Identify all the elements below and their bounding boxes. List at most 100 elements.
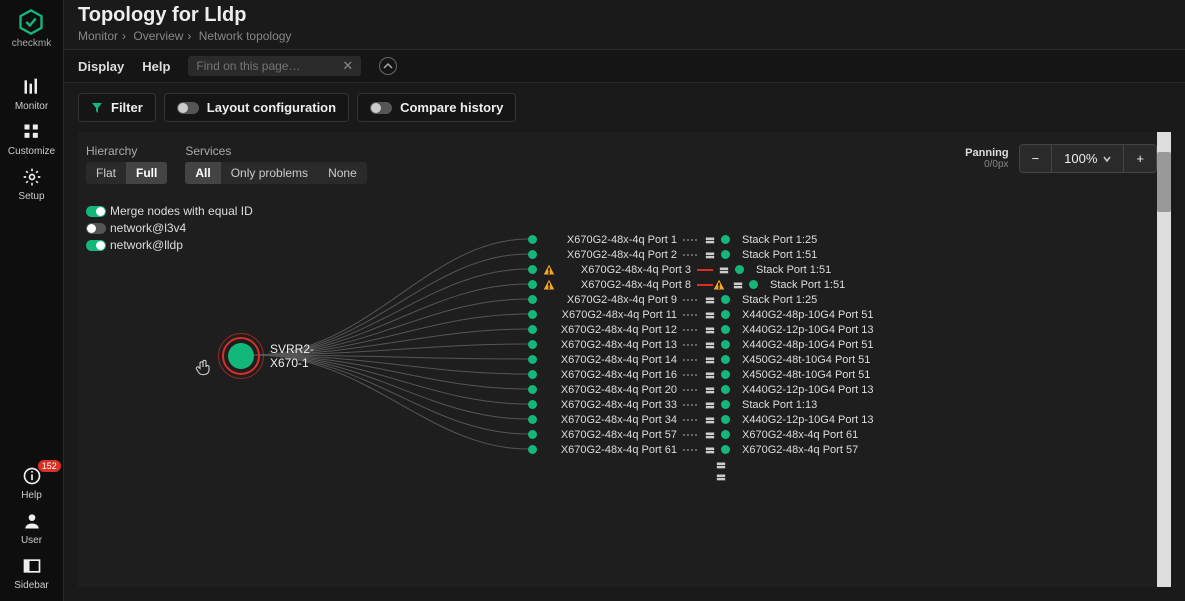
port-dot — [528, 295, 537, 304]
link-row[interactable]: X670G2-48x-4q Port 33Stack Port 1:13 — [528, 397, 873, 412]
port-dot — [721, 445, 730, 454]
port-left-label: X670G2-48x-4q Port 8 — [557, 279, 697, 291]
logo[interactable]: checkmk — [12, 8, 51, 49]
device-icon — [705, 445, 715, 455]
port-right-label: X440G2-48p-10G4 Port 51 — [742, 339, 873, 351]
link-row[interactable]: X670G2-48x-4q Port 11X440G2-48p-10G4 Por… — [528, 307, 873, 322]
warning-icon — [713, 279, 725, 291]
breadcrumb-item[interactable]: Network topology — [199, 29, 292, 43]
link-row[interactable]: X670G2-48x-4q Port 16X450G2-48t-10G4 Por… — [528, 367, 873, 382]
link-line — [683, 419, 699, 421]
toggle-0[interactable]: Merge nodes with equal ID — [86, 204, 253, 218]
link-line — [683, 314, 699, 316]
toggle-icon — [177, 102, 199, 114]
main-area: Topology for Lldp Monitor› Overview› Net… — [64, 0, 1185, 601]
port-dot — [528, 415, 537, 424]
link-row[interactable]: X670G2-48x-4q Port 12X440G2-12p-10G4 Por… — [528, 322, 873, 337]
port-dot — [721, 400, 730, 409]
clear-search-icon[interactable]: ✕ — [342, 58, 353, 74]
device-icon — [705, 325, 715, 335]
port-dot — [528, 280, 537, 289]
chevron-up-icon — [383, 61, 393, 71]
sidebar-item-help[interactable]: Help152 — [14, 466, 48, 501]
search-input[interactable] — [196, 59, 336, 73]
root-node-label: SVRR2-X670-1 — [270, 342, 314, 370]
link-row[interactable]: X670G2-48x-4q Port 20X440G2-12p-10G4 Por… — [528, 382, 873, 397]
port-left-label: X670G2-48x-4q Port 57 — [543, 429, 683, 441]
toggle-icon — [370, 102, 392, 114]
port-left-label: X670G2-48x-4q Port 20 — [543, 384, 683, 396]
link-row[interactable]: X670G2-48x-4q Port 13X440G2-48p-10G4 Por… — [528, 337, 873, 352]
link-line — [683, 404, 699, 406]
menu-display[interactable]: Display — [78, 59, 124, 74]
topology-canvas[interactable]: Hierarchy Flat Full Services All Only pr… — [78, 132, 1171, 587]
menubar: Display Help ✕ — [64, 49, 1185, 83]
port-right-label: X440G2-12p-10G4 Port 13 — [742, 324, 873, 336]
zoom-value[interactable]: 100% — [1052, 145, 1124, 172]
port-left-label: X670G2-48x-4q Port 11 — [543, 309, 683, 321]
sidebar-item-user[interactable]: User — [14, 511, 48, 546]
port-dot — [528, 370, 537, 379]
sidebar-item-sidebar-toggle[interactable]: Sidebar — [14, 556, 48, 591]
services-all[interactable]: All — [185, 162, 220, 184]
menu-help[interactable]: Help — [142, 59, 170, 74]
sidebar: checkmk Monitor Customize Setup Help152 Use… — [0, 0, 64, 601]
grab-cursor-icon — [194, 358, 212, 379]
port-dot — [721, 355, 730, 364]
link-row[interactable]: X670G2-48x-4q Port 57X670G2-48x-4q Port … — [528, 427, 873, 442]
link-line — [683, 239, 699, 241]
link-row[interactable]: X670G2-48x-4q Port 34X440G2-12p-10G4 Por… — [528, 412, 873, 427]
toggle-2[interactable]: network@lldp — [86, 238, 253, 252]
port-dot — [721, 295, 730, 304]
warning-icon — [543, 264, 555, 276]
compare-history-button[interactable]: Compare history — [357, 93, 516, 122]
breadcrumb-item[interactable]: Monitor — [78, 29, 118, 43]
sidebar-item-monitor[interactable]: Monitor — [8, 77, 55, 112]
page-search[interactable]: ✕ — [188, 56, 361, 76]
device-icon — [705, 385, 715, 395]
device-icon — [705, 340, 715, 350]
link-row[interactable]: X670G2-48x-4q Port 14X450G2-48t-10G4 Por… — [528, 352, 873, 367]
link-row[interactable]: X670G2-48x-4q Port 61X670G2-48x-4q Port … — [528, 442, 873, 457]
port-right-label: Stack Port 1:13 — [742, 399, 817, 411]
port-dot — [721, 250, 730, 259]
scroll-top-button[interactable] — [379, 57, 397, 75]
device-icon — [705, 295, 715, 305]
link-row[interactable]: X670G2-48x-4q Port 2 Stack Port 1:51 — [528, 247, 873, 262]
link-row[interactable]: X670G2-48x-4q Port 1Stack Port 1:25 — [528, 232, 873, 247]
link-line — [683, 374, 699, 376]
services-none[interactable]: None — [318, 162, 367, 184]
link-row[interactable]: X670G2-48x-4q Port 8Stack Port 1:51 — [528, 277, 873, 292]
layout-config-button[interactable]: Layout configuration — [164, 93, 349, 122]
breadcrumb-item[interactable]: Overview — [133, 29, 183, 43]
root-node[interactable]: SVRR2-X670-1 — [228, 342, 314, 370]
filter-button[interactable]: Filter — [78, 93, 156, 122]
port-dot — [528, 355, 537, 364]
scrollbar[interactable] — [1157, 132, 1171, 587]
hierarchy-control: Hierarchy Flat Full — [86, 144, 167, 184]
node-icon — [228, 343, 254, 369]
port-dot — [528, 310, 537, 319]
port-dot — [721, 310, 730, 319]
port-dot — [721, 370, 730, 379]
sidebar-item-setup[interactable]: Setup — [8, 167, 55, 202]
port-dot — [721, 325, 730, 334]
port-left-label: X670G2-48x-4q Port 2 — [543, 249, 683, 261]
port-right-label: Stack Port 1:51 — [742, 249, 817, 261]
zoom-in-button[interactable]: + — [1124, 145, 1156, 172]
port-dot — [528, 400, 537, 409]
services-only-problems[interactable]: Only problems — [221, 162, 318, 184]
device-icon — [705, 430, 715, 440]
toggle-1[interactable]: network@l3v4 — [86, 221, 253, 235]
warning-icon — [543, 279, 555, 291]
hierarchy-full[interactable]: Full — [126, 162, 167, 184]
sidebar-item-customize[interactable]: Customize — [8, 122, 55, 157]
zoom-out-button[interactable]: − — [1020, 145, 1053, 172]
link-row[interactable]: X670G2-48x-4q Port 3Stack Port 1:51 — [528, 262, 873, 277]
hierarchy-flat[interactable]: Flat — [86, 162, 126, 184]
link-row[interactable]: X670G2-48x-4q Port 9Stack Port 1:25 — [528, 292, 873, 307]
port-dot — [735, 265, 744, 274]
header: Topology for Lldp Monitor› Overview› Net… — [64, 0, 1185, 49]
port-left-label: X670G2-48x-4q Port 34 — [543, 414, 683, 426]
chevron-down-icon — [1103, 155, 1111, 163]
